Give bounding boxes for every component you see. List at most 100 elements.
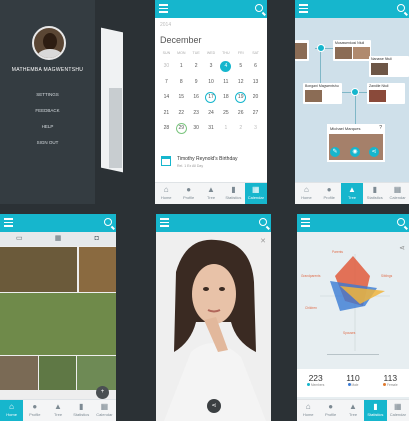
tab-tree[interactable]: ▲ Tree [342,400,364,421]
photo-thumbnail[interactable] [39,356,76,390]
calendar-day[interactable]: 30 [161,61,172,72]
tree-node[interactable] [317,44,325,52]
calendar-day[interactable]: 17 [205,92,217,104]
menu-icon[interactable] [160,218,169,227]
calendar-day[interactable]: 3 [250,123,261,134]
person-card[interactable]: Bongani Magwentshu [303,83,342,104]
avatar[interactable] [32,26,66,60]
calendar-day[interactable]: 24 [205,108,216,119]
calendar-day[interactable]: 15 [176,92,187,103]
calendar-day[interactable]: 28 [161,123,172,134]
calendar-day[interactable]: 26 [235,108,246,119]
calendar-day[interactable]: 16 [191,92,202,103]
content-peek-shadow [109,88,122,168]
tab-profile[interactable]: ● Profile [319,400,341,421]
tab-tree[interactable]: ▲ Tree [46,400,69,421]
person-card[interactable] [295,40,309,61]
calendar-day[interactable]: 1 [220,123,231,134]
calendar-day[interactable]: 4 [220,61,232,72]
calendar-day[interactable]: 21 [161,108,172,119]
calendar-day[interactable]: 30 [191,123,202,134]
slider-track[interactable] [327,354,379,355]
tab-profile[interactable]: ● Profile [23,400,46,421]
photo-thumbnail[interactable] [0,356,38,390]
calendar-day[interactable]: 7 [161,77,172,88]
view-icon[interactable]: ◉ [350,147,360,157]
calendar-day[interactable]: 9 [191,77,202,88]
share-icon[interactable]: ⋖ [207,399,221,413]
tab-calendar[interactable]: ▦ Calendar [386,183,409,204]
add-photo-icon[interactable]: + [96,386,109,399]
menu-icon[interactable] [299,4,308,13]
calendar-day[interactable]: 5 [235,61,246,72]
share-icon[interactable]: ⋖ [369,147,379,157]
person-card[interactable]: Zandile Ntuli [367,83,405,104]
calendar-day[interactable]: 19 [235,92,247,104]
tab-home[interactable]: ⌂ Home [295,183,318,204]
calendar-day[interactable]: 2 [191,61,202,72]
weekday-label: MON [177,51,186,55]
menu-item-sign-out[interactable]: SIGN OUT [0,135,95,151]
menu-item-help[interactable]: HELP [0,119,95,135]
search-icon[interactable] [397,218,405,226]
search-icon[interactable] [259,218,267,226]
person-card[interactable]: Musawenkosi Ntuli [333,40,371,61]
calendar-day[interactable]: 29 [175,123,187,135]
photo-thumbnail[interactable] [0,293,116,355]
photo-thumbnail[interactable] [0,247,77,292]
search-icon[interactable] [397,4,405,12]
calendar-event[interactable]: Timothy Reynold's Birthday Rel. 1 Ex All… [160,154,264,172]
tab-tree[interactable]: ▲ Tree [200,183,222,204]
close-icon[interactable]: ✕ [260,237,266,245]
calendar-day[interactable]: 11 [220,77,231,88]
menu-icon[interactable] [159,4,168,13]
tab-profile[interactable]: ● Profile [177,183,199,204]
calendar-day[interactable]: 8 [176,77,187,88]
calendar-day[interactable]: 20 [250,92,261,103]
tab-home[interactable]: ⌂ Home [155,183,177,204]
menu-item-feedback[interactable]: FEEDBACK [0,103,95,119]
stat-members: 223 Members [307,373,325,387]
photo-thumbnail[interactable] [77,356,116,390]
tab-statistics[interactable]: ▮ Statistics [363,183,386,204]
menu-item-settings[interactable]: SETTINGS [0,87,95,103]
tab-statistics[interactable]: ▮ Statistics [222,183,244,204]
stat-female: 113 Female [383,373,398,387]
calendar-day[interactable]: 31 [205,123,216,134]
share-icon[interactable]: ⋖ [399,244,405,252]
tab-calendar[interactable]: ▦ Calendar [244,183,267,204]
calendar-day[interactable]: 1 [176,61,187,72]
calendar-day[interactable]: 27 [250,108,261,119]
calendar-day[interactable]: 22 [176,108,187,119]
tab-tree[interactable]: ▲ Tree [340,183,364,204]
camera-icon[interactable]: ◘ [77,232,116,246]
person-card[interactable]: Nanawe Ntuli [369,56,409,77]
tree-node[interactable] [351,88,359,96]
help-icon[interactable]: ? [379,125,382,131]
calendar-day[interactable]: 6 [250,61,261,72]
tab-calendar[interactable]: ▦ Calendar [387,400,409,421]
edit-icon[interactable]: ✎ [330,147,340,157]
grid-icon[interactable]: ▦ [39,232,78,246]
tab-home[interactable]: ⌂ Home [297,400,319,421]
search-icon[interactable] [104,218,112,226]
calendar-day[interactable]: 13 [250,77,261,88]
album-icon[interactable]: ▭ [0,232,39,246]
menu-icon[interactable] [4,218,13,227]
tab-calendar[interactable]: ▦ Calendar [93,400,116,421]
tab-home[interactable]: ⌂ Home [0,400,24,421]
calendar-day[interactable]: 25 [220,108,231,119]
tab-profile[interactable]: ● Profile [318,183,341,204]
tab-statistics[interactable]: ▮ Statistics [364,400,387,421]
calendar-day[interactable]: 10 [205,77,216,88]
calendar-day[interactable]: 23 [191,108,202,119]
search-icon[interactable] [255,4,263,12]
calendar-day[interactable]: 2 [235,123,246,134]
calendar-day[interactable]: 14 [161,92,172,103]
photo-thumbnail[interactable] [79,247,116,292]
calendar-day[interactable]: 18 [220,92,231,103]
calendar-day[interactable]: 3 [205,61,216,72]
calendar-day[interactable]: 12 [235,77,246,88]
menu-icon[interactable] [301,218,310,227]
tab-statistics[interactable]: ▮ Statistics [70,400,93,421]
